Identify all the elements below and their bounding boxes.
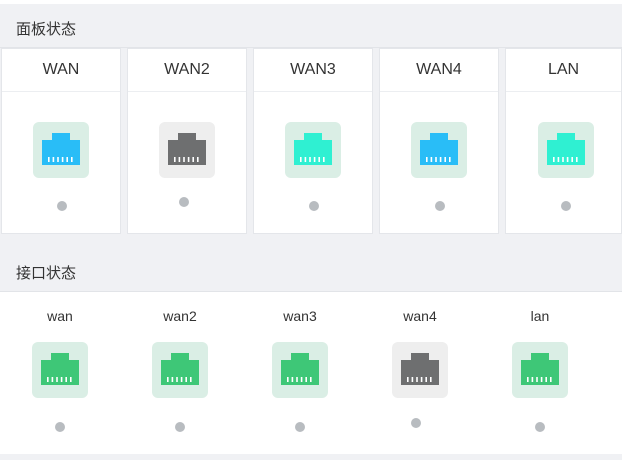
ethernet-port-icon [285,122,341,178]
panel-status-title: 面板状态 [16,21,77,38]
port-status-dot [57,201,67,211]
interface-label: wan2 [163,308,197,324]
ethernet-port-icon [159,122,215,178]
ethernet-port-icon [538,122,594,178]
interface-status-dot [295,422,305,432]
interface-status-dot [535,422,545,432]
port-card-title: WAN2 [128,49,246,92]
panel-status-cards: WAN WAN2 WAN3 WAN4 LAN [0,48,622,234]
interface-status-dot [55,422,65,432]
ethernet-port-icon[interactable] [512,342,568,398]
panel-status-header: 面板状态 [0,6,622,48]
ethernet-port-icon[interactable] [152,342,208,398]
ethernet-port-icon[interactable] [272,342,328,398]
ethernet-port-icon [33,122,89,178]
port-card-title: LAN [506,49,621,92]
port-card-wan4[interactable]: WAN4 [379,48,499,234]
port-card-title: WAN3 [254,49,372,92]
interface-label: wan4 [403,308,437,324]
bottom-divider [0,454,622,460]
port-card-wan2[interactable]: WAN2 [127,48,247,234]
top-divider [0,0,622,4]
port-card-title: WAN4 [380,49,498,92]
port-status-dot [561,201,571,211]
ethernet-port-icon [411,122,467,178]
interface-label: wan3 [283,308,317,324]
interface-label: lan [530,308,550,324]
port-status-dot [309,201,319,211]
interface-status-list: wan wan2 wan3 wan4 lan [0,292,622,454]
interface-label: wan [47,308,73,324]
port-status-dot [179,197,189,207]
interface-status-dot [175,422,185,432]
interface-status-title: 接口状态 [16,265,77,282]
port-card-wan[interactable]: WAN [1,48,121,234]
port-card-wan3[interactable]: WAN3 [253,48,373,234]
ethernet-port-icon[interactable] [32,342,88,398]
port-card-title: WAN [2,49,120,92]
port-card-lan[interactable]: LAN [505,48,622,234]
ethernet-port-icon[interactable] [392,342,448,398]
interface-status-header: 接口状态 [0,250,622,292]
interface-status-dot [411,418,421,428]
port-status-dot [435,201,445,211]
